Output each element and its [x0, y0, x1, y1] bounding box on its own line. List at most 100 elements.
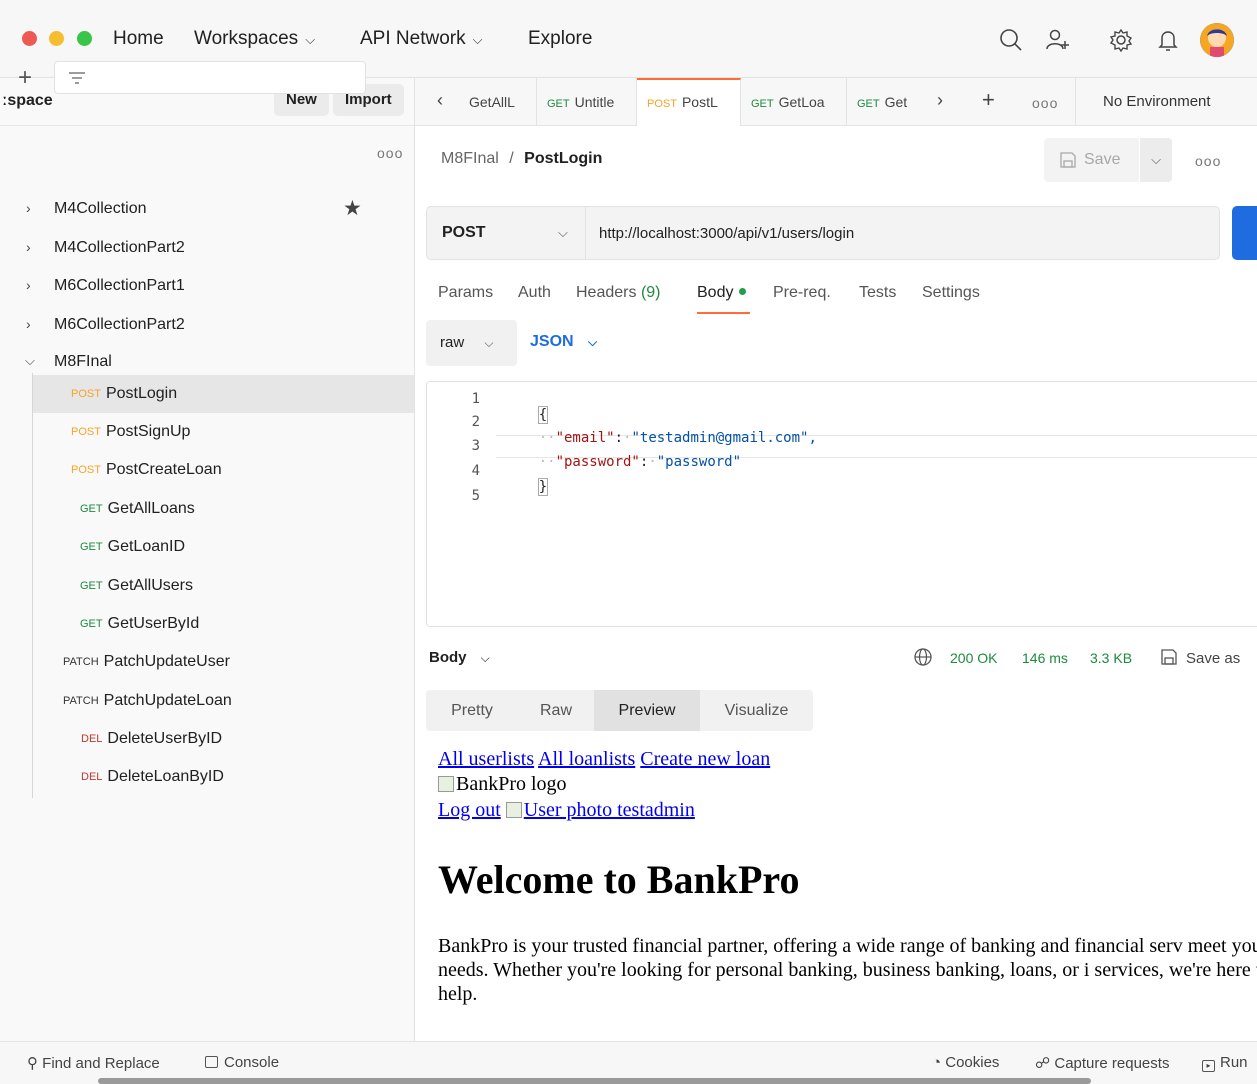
- tabs-scroll-right-icon[interactable]: ›: [937, 90, 943, 111]
- chevron-down-icon: ⌵: [305, 32, 316, 47]
- body-mode-select[interactable]: raw ⌵: [426, 320, 517, 366]
- tab-getalll[interactable]: GetAllL: [463, 78, 537, 126]
- tab-headers[interactable]: Headers (9): [576, 284, 661, 302]
- link-all-loanlists[interactable]: All loanlists: [538, 748, 635, 770]
- request-getallusers[interactable]: GET GetAllUsers: [33, 567, 414, 605]
- method-badge: PATCH: [63, 695, 99, 707]
- method-select[interactable]: POST ⌵: [426, 206, 586, 260]
- response-body-select[interactable]: Body ⌵: [429, 649, 490, 666]
- notifications-bell-icon[interactable]: [1153, 25, 1183, 55]
- tabs-more-icon[interactable]: ooo: [1032, 95, 1058, 111]
- link-all-userlists[interactable]: All userlists: [438, 748, 534, 770]
- request-deleteuserbyid[interactable]: DEL DeleteUserByID: [33, 720, 414, 758]
- breadcrumb-collection[interactable]: M8FInal: [441, 150, 499, 167]
- collection-m6collectionpart1[interactable]: › M6CollectionPart1: [0, 267, 414, 305]
- body-code-editor[interactable]: 1 2 3 4 5 { ··"email":·"testadmin@gmail.…: [426, 381, 1257, 627]
- nav-api-network[interactable]: API Network ⌵: [360, 28, 482, 50]
- request-deleteloanbyid[interactable]: DEL DeleteLoanByID: [33, 758, 414, 796]
- response-status[interactable]: 200 OK: [950, 650, 997, 666]
- collection-m4collection[interactable]: › M4Collection ★: [0, 190, 414, 228]
- url-input[interactable]: http://localhost:3000/api/v1/users/login: [586, 206, 1220, 260]
- filter-search-input[interactable]: [54, 61, 366, 94]
- view-pretty[interactable]: Pretty: [426, 690, 518, 731]
- star-icon[interactable]: ★: [343, 196, 362, 221]
- globe-icon[interactable]: [913, 647, 933, 667]
- request-postcreateloan[interactable]: POST PostCreateLoan: [33, 451, 414, 489]
- console-button[interactable]: Console: [205, 1054, 279, 1071]
- chevron-down-icon: ⌵: [484, 336, 494, 350]
- view-raw[interactable]: Raw: [518, 690, 594, 731]
- method-badge: GET: [80, 541, 103, 553]
- save-options-chevron-icon[interactable]: ⌵: [1140, 138, 1172, 182]
- new-tab-plus-icon[interactable]: +: [982, 87, 995, 113]
- tab-postlogin[interactable]: POST PostL: [637, 78, 741, 126]
- settings-gear-icon[interactable]: [1106, 25, 1136, 55]
- nav-home[interactable]: Home: [113, 28, 164, 50]
- invite-user-icon[interactable]: [1043, 25, 1073, 55]
- request-postsignup[interactable]: POST PostSignUp: [33, 413, 414, 451]
- view-preview[interactable]: Preview: [594, 690, 700, 731]
- chevron-down-icon: ⌵: [472, 32, 483, 47]
- link-create-new-loan[interactable]: Create new loan: [640, 748, 770, 770]
- broken-image-icon: [505, 802, 522, 818]
- view-visualize[interactable]: Visualize: [700, 690, 813, 731]
- tab-params[interactable]: Params: [438, 284, 493, 302]
- user-avatar[interactable]: [1200, 23, 1234, 57]
- method-badge: GET: [80, 618, 103, 630]
- method-badge: GET: [80, 580, 103, 592]
- collection-m6collectionpart2[interactable]: › M6CollectionPart2: [0, 306, 414, 344]
- body-modified-indicator: [739, 288, 747, 295]
- send-button[interactable]: [1232, 206, 1257, 260]
- avatar-illustration-icon: [1200, 23, 1234, 57]
- method-badge: DEL: [81, 771, 103, 783]
- method-badge: POST: [71, 464, 101, 476]
- response-time[interactable]: 146 ms: [1022, 650, 1068, 666]
- response-size[interactable]: 3.3 KB: [1090, 650, 1132, 666]
- response-view-tabs: Pretty Raw Preview Visualize: [426, 690, 813, 731]
- link-log-out[interactable]: Log out: [438, 799, 501, 821]
- filter-lines-icon: [69, 72, 85, 84]
- chevron-right-icon: ›: [26, 200, 31, 216]
- tab-getloan[interactable]: GET GetLoa: [741, 78, 847, 126]
- cookies-button[interactable]: ◔ Cookies: [932, 1054, 999, 1071]
- method-badge: PATCH: [63, 656, 99, 668]
- nav-workspaces[interactable]: Workspaces ⌵: [194, 28, 315, 50]
- bankpro-logo: BankPro logo: [438, 773, 567, 796]
- request-patchupdateuser[interactable]: PATCH PatchUpdateUser: [33, 643, 414, 681]
- capture-requests-button[interactable]: ☍ Capture requests: [1035, 1054, 1169, 1072]
- save-response-button[interactable]: Save as: [1160, 648, 1240, 667]
- request-postlogin[interactable]: POST PostLogin: [33, 375, 414, 413]
- save-button[interactable]: Save: [1044, 138, 1139, 182]
- method-badge: DEL: [81, 733, 103, 745]
- maximize-window-button[interactable]: [77, 31, 92, 46]
- tab-prereq[interactable]: Pre-req.: [773, 284, 831, 302]
- tab-settings[interactable]: Settings: [922, 284, 980, 302]
- request-patchupdateloan[interactable]: PATCH PatchUpdateLoan: [33, 682, 414, 720]
- collection-m4collectionpart2[interactable]: › M4CollectionPart2: [0, 229, 414, 267]
- tabs-scroll-left-icon[interactable]: ‹: [437, 90, 443, 111]
- runner-button[interactable]: ▸ Run: [1202, 1054, 1248, 1072]
- method-badge: POST: [71, 426, 101, 438]
- search-icon[interactable]: [996, 25, 1026, 55]
- request-getloanid[interactable]: GET GetLoanID: [33, 528, 414, 566]
- tab-body[interactable]: Body: [697, 284, 747, 302]
- body-format-select[interactable]: JSON ⌵: [530, 333, 597, 351]
- environment-selector[interactable]: No Environment: [1075, 78, 1250, 126]
- nav-explore[interactable]: Explore: [528, 28, 592, 50]
- close-window-button[interactable]: [22, 31, 37, 46]
- tab-auth[interactable]: Auth: [518, 284, 551, 302]
- find-replace-button[interactable]: ⚲ Find and Replace: [27, 1054, 160, 1072]
- request-getallloans[interactable]: GET GetAllLoans: [33, 490, 414, 528]
- request-more-icon[interactable]: ooo: [1195, 153, 1221, 169]
- minimize-window-button[interactable]: [49, 31, 64, 46]
- request-getuserbyid[interactable]: GET GetUserById: [33, 605, 414, 643]
- tab-untitled[interactable]: GET Untitle: [537, 78, 637, 126]
- breadcrumb-request-name[interactable]: PostLogin: [524, 150, 602, 167]
- add-collection-plus-icon[interactable]: +: [18, 66, 32, 90]
- tab-get[interactable]: GET Get: [847, 78, 917, 126]
- save-disk-icon: [1060, 152, 1076, 168]
- tab-tests[interactable]: Tests: [859, 284, 896, 302]
- sidebar-more-options-icon[interactable]: ooo: [377, 145, 403, 161]
- link-user-photo[interactable]: User photo testadmin: [505, 799, 695, 821]
- horizontal-scrollbar[interactable]: [98, 1078, 1091, 1084]
